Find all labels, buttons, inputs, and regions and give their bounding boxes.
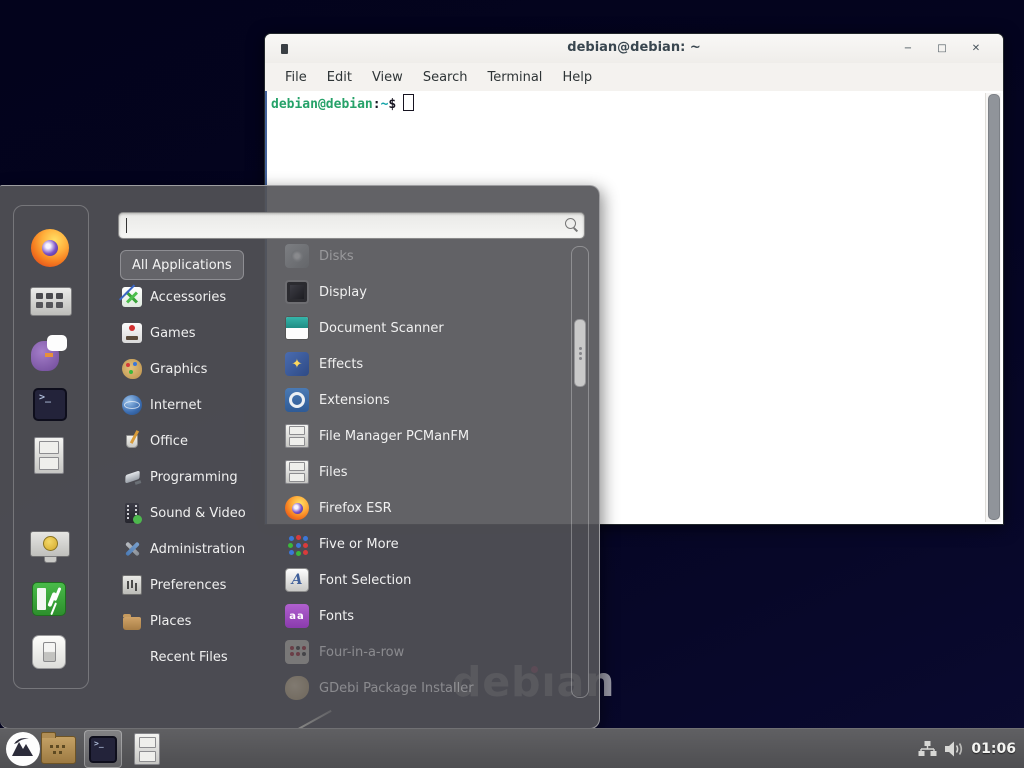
category-office[interactable]: Office xyxy=(122,428,280,454)
keyboard-icon xyxy=(30,287,72,316)
terminal-menubar: File Edit View Search Terminal Help xyxy=(265,63,1003,92)
effects-icon xyxy=(285,352,309,376)
favorite-terminal[interactable] xyxy=(33,388,67,421)
favorite-logout[interactable] xyxy=(32,582,66,616)
app-font-selection[interactable]: Font Selection xyxy=(285,564,567,596)
firefox-icon xyxy=(285,496,309,520)
app-file-manager-pcmanfm[interactable]: File Manager PCManFM xyxy=(285,420,567,452)
display-icon xyxy=(285,280,309,304)
terminal-scrollbar[interactable] xyxy=(985,93,1001,522)
application-list: Disks Display Document Scanner Effects E… xyxy=(285,186,571,728)
disks-icon xyxy=(285,244,309,268)
app-files[interactable]: Files xyxy=(285,456,567,488)
menu-view[interactable]: View xyxy=(362,70,413,85)
application-menu: All Applications Accessories Games Graph… xyxy=(0,185,600,729)
office-icon xyxy=(126,435,138,448)
extensions-icon xyxy=(285,388,309,412)
programming-icon xyxy=(122,467,142,487)
window-title: debian@debian: ~ xyxy=(265,40,1003,55)
terminal-window-button[interactable] xyxy=(84,730,122,768)
menu-scrollbar-thumb[interactable] xyxy=(574,319,586,387)
close-button[interactable]: ✕ xyxy=(963,39,989,58)
font-selection-icon xyxy=(285,568,309,592)
shutdown-icon xyxy=(32,635,66,669)
favorite-input-devices[interactable] xyxy=(30,287,72,316)
terminal-cursor xyxy=(403,94,414,111)
taskbar-clock[interactable]: 01:06 xyxy=(971,741,1020,757)
app-four-in-a-row[interactable]: Four-in-a-row xyxy=(285,636,567,668)
category-games[interactable]: Games xyxy=(122,320,280,346)
terminal-scrollbar-thumb[interactable] xyxy=(988,94,1000,520)
menu-help[interactable]: Help xyxy=(552,70,602,85)
system-tray: 01:06 xyxy=(918,729,1020,768)
fonts-icon xyxy=(285,604,309,628)
category-accessories[interactable]: Accessories xyxy=(122,284,280,310)
search-caret xyxy=(126,218,127,233)
pidgin-icon xyxy=(31,335,67,371)
terminal-icon xyxy=(89,736,117,763)
category-internet[interactable]: Internet xyxy=(122,392,280,418)
favorite-lock-screen[interactable] xyxy=(30,531,70,563)
menu-logo-icon xyxy=(5,731,41,767)
network-icon[interactable] xyxy=(918,740,937,758)
menu-button[interactable] xyxy=(5,731,41,767)
category-recent-files[interactable]: Recent Files xyxy=(122,644,280,670)
category-programming[interactable]: Programming xyxy=(122,464,280,490)
firefox-icon xyxy=(31,229,69,267)
accessories-icon xyxy=(122,287,142,307)
gdebi-icon xyxy=(285,676,309,700)
file-cabinet-icon xyxy=(285,424,309,448)
menu-scrollbar[interactable] xyxy=(571,246,589,698)
app-effects[interactable]: Effects xyxy=(285,348,567,380)
menu-edit[interactable]: Edit xyxy=(317,70,362,85)
app-fonts[interactable]: Fonts xyxy=(285,600,567,632)
category-sound-video[interactable]: Sound & Video xyxy=(122,500,280,526)
desktop: debıan debian@debian: ~ − □ ✕ File Edit … xyxy=(0,0,1024,768)
terminal-titlebar[interactable]: debian@debian: ~ − □ ✕ xyxy=(265,34,1003,64)
logout-icon xyxy=(32,582,66,616)
app-extensions[interactable]: Extensions xyxy=(285,384,567,416)
app-gdebi-package-installer[interactable]: GDebi Package Installer xyxy=(285,672,567,704)
app-disks[interactable]: Disks xyxy=(285,240,567,272)
minimize-button[interactable]: − xyxy=(895,39,921,58)
four-in-a-row-icon xyxy=(285,640,309,664)
menu-terminal[interactable]: Terminal xyxy=(477,70,552,85)
app-firefox-esr[interactable]: Firefox ESR xyxy=(285,492,567,524)
document-scanner-icon xyxy=(285,316,309,340)
category-graphics[interactable]: Graphics xyxy=(122,356,280,382)
file-cabinet-icon xyxy=(285,460,309,484)
category-preferences[interactable]: Preferences xyxy=(122,572,280,598)
favorite-shutdown[interactable] xyxy=(32,635,66,669)
internet-icon xyxy=(122,395,142,415)
prompt-user-host: debian@debian xyxy=(271,97,373,112)
favorite-file-manager[interactable] xyxy=(34,437,64,474)
lock-screen-icon xyxy=(30,531,70,563)
file-manager-launcher[interactable] xyxy=(134,733,160,765)
category-places[interactable]: Places xyxy=(122,608,280,634)
favorite-firefox[interactable] xyxy=(31,229,69,267)
graphics-icon xyxy=(122,359,142,379)
file-cabinet-icon xyxy=(34,437,64,474)
volume-icon[interactable] xyxy=(944,740,964,758)
app-display[interactable]: Display xyxy=(285,276,567,308)
places-icon xyxy=(123,617,141,630)
menu-file[interactable]: File xyxy=(275,70,317,85)
menu-search[interactable]: Search xyxy=(413,70,478,85)
preferences-icon xyxy=(122,575,142,595)
filter-all-applications[interactable]: All Applications xyxy=(120,250,244,280)
taskbar: 01:06 xyxy=(0,728,1024,768)
maximize-button[interactable]: □ xyxy=(929,39,955,58)
administration-icon xyxy=(122,539,142,559)
sound-video-icon xyxy=(125,503,139,523)
games-icon xyxy=(122,323,142,343)
folder-launcher[interactable] xyxy=(41,736,76,764)
terminal-icon xyxy=(33,388,67,421)
app-five-or-more[interactable]: Five or More xyxy=(285,528,567,560)
favorite-pidgin[interactable] xyxy=(31,335,67,371)
terminal-prompt: debian@debian:~$ xyxy=(271,94,414,112)
app-document-scanner[interactable]: Document Scanner xyxy=(285,312,567,344)
category-administration[interactable]: Administration xyxy=(122,536,280,562)
five-or-more-icon xyxy=(285,532,309,556)
